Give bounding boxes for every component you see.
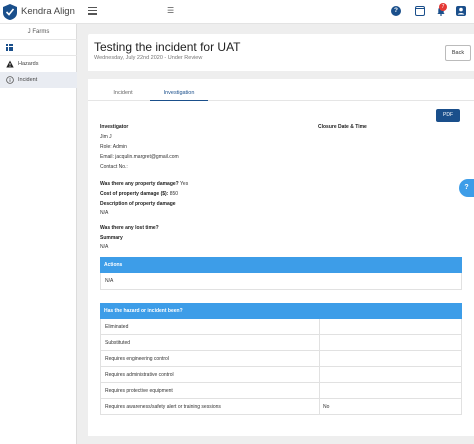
hazard-row-label: Requires administrative control — [105, 372, 174, 378]
property-cost-question: Cost of property damage ($): — [100, 191, 169, 197]
summary-value: N/A — [100, 244, 109, 250]
sidebar: Kendra Align J Farms Hazards Incident — [0, 0, 77, 444]
tab-bar: Incident Investigation — [88, 87, 474, 101]
hazard-row-label: Requires engineering control — [105, 356, 169, 362]
column-divider — [319, 399, 320, 414]
floating-help-button[interactable]: ? — [459, 179, 474, 197]
table-row: Requires engineering control — [100, 351, 462, 367]
hamburger-menu-icon[interactable] — [88, 7, 97, 15]
hazard-row-label: Requires protective equipment — [105, 388, 173, 394]
property-damage-question: Was there any property damage? — [100, 181, 179, 187]
investigator-email: Email: jacqulin.margret@gmail.com — [100, 154, 179, 160]
hazard-row-label: Substituted — [105, 340, 131, 346]
table-row: Requires awareness/safety alert or train… — [100, 399, 462, 415]
actions-value: N/A — [105, 278, 114, 284]
notification-badge: 7 — [439, 3, 447, 11]
property-cost-answer: 850 — [169, 191, 179, 197]
column-divider — [319, 383, 320, 398]
calendar-icon[interactable] — [415, 6, 425, 16]
info-circle-icon — [6, 76, 14, 84]
table-row: Eliminated — [100, 319, 462, 335]
investigation-card: Incident Investigation PDF Investigator … — [88, 79, 474, 436]
hazard-row-label: Requires awareness/safety alert or train… — [105, 404, 221, 410]
property-cost-line: Cost of property damage ($): 850 — [100, 191, 178, 197]
org-name: J Farms — [27, 29, 50, 35]
pdf-button[interactable]: PDF — [436, 109, 460, 122]
actions-body: N/A — [100, 273, 462, 290]
sidebar-item-label: Hazards — [18, 61, 39, 67]
investigator-role: Role: Admin — [100, 144, 127, 150]
column-divider — [319, 335, 320, 350]
investigator-contact: Contact No.: — [100, 164, 128, 170]
table-row: Requires administrative control — [100, 367, 462, 383]
tab-investigation[interactable]: Investigation — [150, 87, 208, 101]
page-title: Testing the incident for UAT — [94, 40, 241, 54]
sidebar-item-hazards[interactable]: Hazards — [0, 56, 77, 72]
top-bar: ☰ ? 7 — [77, 0, 474, 24]
sidebar-item-label: Incident — [18, 77, 38, 83]
hazard-row-value: No — [323, 404, 330, 410]
org-selector[interactable]: J Farms — [0, 24, 77, 40]
warning-icon — [6, 60, 14, 68]
investigator-name: Jim J — [100, 134, 112, 140]
page-subtitle: Wednesday, July 22nd 2020 - Under Review — [94, 55, 203, 61]
investigator-heading: Investigator — [100, 124, 129, 130]
logo-bar: Kendra Align — [0, 0, 77, 24]
collapse-sidebar-icon[interactable]: ☰ — [167, 6, 177, 16]
table-row: Substituted — [100, 335, 462, 351]
property-damage-answer: Yes — [180, 181, 189, 187]
sidebar-item-incident[interactable]: Incident — [0, 72, 77, 88]
back-button[interactable]: Back — [445, 45, 471, 61]
property-description-value: N/A — [100, 210, 109, 216]
property-description-heading: Description of property damage — [100, 201, 176, 207]
table-row: Requires protective equipment — [100, 383, 462, 399]
column-divider — [319, 351, 320, 366]
app-root: Kendra Align J Farms Hazards Incident ☰ … — [0, 0, 474, 444]
page-header: Testing the incident for UAT Wednesday, … — [88, 34, 474, 71]
apps-grid-icon — [6, 44, 13, 51]
user-account-icon[interactable] — [456, 6, 466, 16]
lost-time-question: Was there any lost time? — [100, 225, 159, 231]
app-logo-icon — [3, 4, 17, 20]
apps-grid-button[interactable] — [0, 40, 77, 56]
help-icon[interactable]: ? — [391, 6, 401, 16]
tab-incident[interactable]: Incident — [96, 87, 150, 101]
hazard-table-heading: Has the hazard or incident been? — [100, 303, 462, 319]
column-divider — [319, 367, 320, 382]
hazard-row-label: Eliminated — [105, 324, 129, 330]
property-damage-line: Was there any property damage? Yes — [100, 181, 188, 187]
actions-heading: Actions — [100, 257, 462, 273]
summary-heading: Summary — [100, 235, 123, 241]
column-divider — [319, 319, 320, 334]
app-title: Kendra Align — [21, 6, 75, 17]
closure-date-heading: Closure Date & Time — [318, 124, 367, 130]
